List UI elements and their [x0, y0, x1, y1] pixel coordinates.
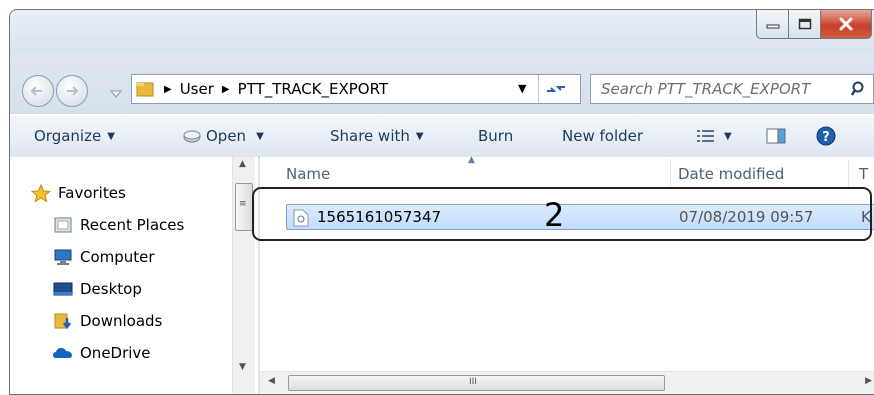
preview-pane-icon — [766, 128, 786, 144]
nav-item-onedrive[interactable]: OneDrive — [52, 338, 151, 368]
window-controls — [756, 10, 872, 39]
grip-icon: III — [469, 377, 477, 387]
back-button[interactable] — [22, 75, 54, 107]
chevron-down-icon: ▼ — [256, 130, 264, 142]
recent-places-icon — [52, 216, 74, 234]
recent-locations-button[interactable] — [109, 84, 123, 103]
forward-button[interactable] — [56, 75, 88, 107]
column-header-date-modified[interactable]: Date modified — [678, 165, 784, 183]
nav-item-favorites[interactable]: Favorites — [30, 178, 126, 208]
callout-box: 2 — [252, 187, 872, 241]
nav-label: Computer — [80, 248, 155, 266]
horizontal-scroll-thumb[interactable]: III — [288, 375, 665, 391]
computer-icon — [52, 248, 74, 266]
scroll-up-icon[interactable]: ▲ — [239, 159, 246, 169]
breadcrumb: ▶ User ▶ PTT_TRACK_EXPORT — [156, 75, 388, 103]
column-divider[interactable] — [848, 159, 849, 189]
view-icon — [697, 130, 714, 142]
title-bar — [10, 10, 874, 52]
burn-button[interactable]: Burn — [478, 115, 513, 157]
nav-item-computer[interactable]: Computer — [52, 242, 155, 272]
back-arrow-icon — [30, 86, 42, 96]
column-divider[interactable] — [670, 159, 671, 189]
open-icon — [183, 130, 201, 143]
scroll-down-icon[interactable]: ▼ — [239, 362, 246, 372]
maximize-icon — [798, 18, 811, 30]
nav-label: Recent Places — [80, 216, 185, 234]
new-folder-label: New folder — [562, 127, 644, 145]
refresh-icon[interactable] — [545, 81, 567, 97]
organize-button[interactable]: Organize ▼ — [34, 115, 115, 157]
preview-pane-button[interactable] — [766, 115, 786, 157]
chevron-down-icon — [109, 90, 123, 98]
share-with-label: Share with — [330, 127, 410, 145]
desktop-icon — [52, 280, 74, 298]
chevron-down-icon: ▼ — [724, 130, 732, 142]
horizontal-scrollbar[interactable]: ◀ III ▶ — [260, 371, 874, 394]
onedrive-cloud-icon — [52, 344, 74, 362]
breadcrumb-arrow-icon: ▶ — [221, 83, 230, 95]
grip-icon: ≡ — [239, 199, 247, 209]
help-icon: ? — [816, 126, 836, 146]
nav-item-recent-places[interactable]: Recent Places — [52, 210, 184, 240]
address-bar[interactable]: ▶ User ▶ PTT_TRACK_EXPORT ▼ — [131, 74, 581, 104]
callout-number: 2 — [544, 196, 565, 234]
breadcrumb-item[interactable]: User — [180, 80, 214, 98]
chevron-down-icon: ▼ — [107, 130, 115, 142]
column-header-type[interactable]: T — [859, 165, 868, 183]
scroll-left-icon[interactable]: ◀ — [268, 376, 275, 386]
forward-arrow-icon — [67, 86, 79, 96]
chevron-down-icon: ▼ — [415, 130, 424, 142]
organize-label: Organize — [34, 127, 102, 145]
burn-label: Burn — [478, 127, 514, 145]
breadcrumb-item[interactable]: PTT_TRACK_EXPORT — [238, 80, 389, 98]
change-view-button[interactable]: ▼ — [696, 115, 732, 157]
new-folder-button[interactable]: New folder — [562, 115, 643, 157]
command-bar: Organize ▼ Open ▼ Share with ▼ Burn New … — [10, 114, 874, 158]
search-input[interactable]: Search PTT_TRACK_EXPORT — [601, 80, 810, 98]
sort-ascending-icon: ▲ — [468, 155, 475, 165]
minimize-button[interactable] — [756, 10, 789, 39]
nav-item-downloads[interactable]: Downloads — [52, 306, 162, 336]
search-box[interactable]: Search PTT_TRACK_EXPORT — [590, 74, 874, 104]
star-icon — [30, 184, 52, 202]
open-button[interactable]: Open ▼ — [182, 115, 264, 157]
minimize-icon — [766, 24, 779, 29]
close-button[interactable] — [821, 10, 872, 39]
divider — [538, 75, 539, 103]
nav-label: Desktop — [80, 280, 142, 298]
nav-label: OneDrive — [80, 344, 151, 362]
open-label: Open — [206, 127, 247, 145]
downloads-icon — [52, 312, 74, 330]
scroll-right-icon[interactable]: ▶ — [865, 376, 872, 386]
address-area: ▶ User ▶ PTT_TRACK_EXPORT ▼ Search PTT_T… — [10, 52, 874, 122]
nav-label: Favorites — [58, 184, 126, 202]
maximize-button[interactable] — [789, 10, 821, 39]
nav-item-desktop[interactable]: Desktop — [52, 274, 142, 304]
breadcrumb-arrow-icon: ▶ — [164, 83, 172, 95]
folder-icon — [136, 82, 154, 97]
help-button[interactable]: ? — [816, 115, 836, 157]
nav-scroll-thumb[interactable]: ≡ — [235, 183, 253, 231]
share-with-button[interactable]: Share with ▼ — [330, 115, 424, 157]
address-dropdown-icon[interactable]: ▼ — [518, 82, 526, 95]
svg-text:?: ? — [822, 130, 830, 145]
search-icon[interactable] — [851, 81, 867, 97]
column-header-name[interactable]: Name — [286, 165, 330, 183]
close-icon — [839, 17, 853, 31]
navigation-pane: Favorites Recent Places Computer Desktop… — [10, 157, 258, 394]
nav-label: Downloads — [80, 312, 163, 330]
